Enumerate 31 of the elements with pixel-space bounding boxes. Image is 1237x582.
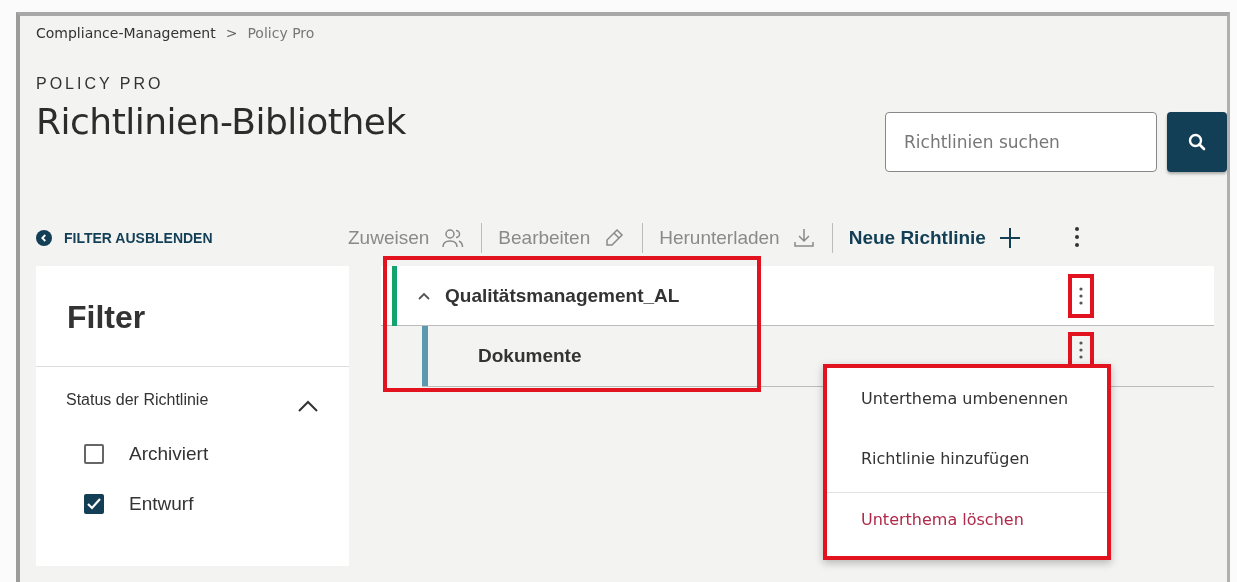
search-icon [1187,132,1207,152]
plus-icon [997,226,1022,250]
hide-filter-button[interactable]: FILTER AUSBLENDEN [36,230,332,246]
people-icon [441,226,466,250]
checkbox[interactable] [84,444,104,464]
section-label: Status der Richtlinie [66,391,209,410]
caret-icon[interactable] [417,290,431,301]
filter-title: Filter [36,266,349,367]
chevron-left-icon [36,230,52,246]
search-field[interactable]: Richtlinien suchen [885,112,1157,172]
download-icon [791,226,816,250]
breadcrumb-link[interactable]: Compliance-Management [36,25,216,41]
chevron-icon[interactable] [297,399,319,413]
menu-item[interactable]: Unterthema löschen [827,492,1107,552]
kebab-icon [1073,225,1080,248]
kebab-button[interactable] [1068,273,1094,318]
checkbox-label: Archiviert [129,443,209,465]
breadcrumb-separator: > [225,25,238,41]
checkbox[interactable] [84,494,104,514]
kebab-icon [1079,341,1083,359]
breadcrumb-link[interactable]: Policy Pro [247,25,315,41]
page-eyebrow: POLICY PRO [36,75,165,93]
add-button[interactable]: Neue Richtlinie [832,226,1038,250]
tree-row[interactable]: Qualitätsmanagement_AL [381,266,1214,326]
search-button[interactable] [1167,112,1227,172]
menu-item[interactable]: Richtlinie hinzufügen [827,432,1107,492]
topic-label: Qualitätsmanagement_AL [445,284,681,307]
checkbox-label: Entwurf [129,493,194,515]
kebab-icon [1079,286,1083,305]
page-title: Richtlinien-Bibliothek [36,101,406,142]
subtopic-label: Dokumente [478,345,583,367]
